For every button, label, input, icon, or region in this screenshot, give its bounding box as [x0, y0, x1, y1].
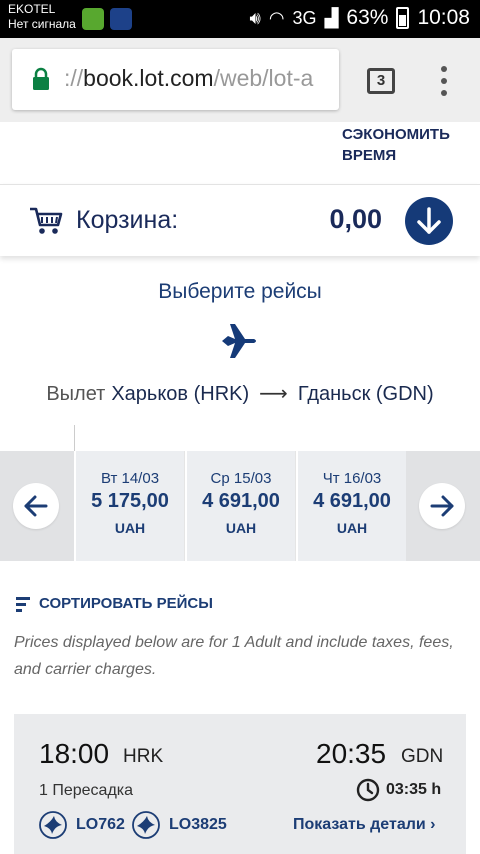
signal-text: Нет сигнала: [8, 17, 76, 31]
date-day: Ср 15/03: [210, 470, 272, 487]
cart-icon: [30, 207, 63, 234]
cart-expand-button[interactable]: [405, 197, 453, 245]
date-option-2[interactable]: Ср 15/03 4 691,00 UAH: [185, 451, 295, 561]
date-day: Чт 16/03: [322, 470, 382, 487]
lock-icon: [33, 67, 49, 90]
arrow-right-icon: [430, 495, 454, 517]
cart-bar: Корзина: 0,00: [0, 184, 480, 256]
browser-menu-button[interactable]: [438, 66, 450, 96]
duration-value: 03:35 h: [386, 781, 442, 798]
next-dates-button[interactable]: [406, 451, 480, 561]
flight-number: LO3825: [169, 816, 227, 833]
page-title: Выберите рейсы: [158, 280, 322, 303]
tab-switcher-button[interactable]: 3: [367, 68, 395, 94]
date-price: 4 691,00: [202, 490, 280, 512]
departure-code: HRK: [123, 746, 164, 767]
date-option-1[interactable]: Вт 14/03 5 175,00 UAH: [74, 451, 184, 561]
clock-time: 10:08: [417, 6, 470, 29]
wifi-icon: ◠: [268, 7, 285, 28]
next-button-circle: [419, 483, 465, 529]
battery-percent: 63%: [346, 6, 389, 29]
carousel-divider: [74, 425, 75, 451]
plane-icon: [222, 324, 256, 358]
sort-label: СОРТИРОВАТЬ РЕЙСЫ: [39, 595, 213, 612]
date-carousel: Вт 14/03 5 175,00 UAH Ср 15/03 4 691,00 …: [0, 451, 480, 561]
status-bar: EKOTEL Нет сигнала 🔊︎ ◠ 3G ▟ 63% 10:08: [0, 0, 480, 38]
date-currency: UAH: [225, 520, 257, 536]
route-label: Вылет: [46, 383, 106, 405]
arrival-code: GDN: [401, 746, 444, 767]
shield-app-icon: [82, 8, 104, 30]
flight-segment-1: LO762: [38, 810, 125, 840]
cart-label: Корзина:: [76, 206, 179, 234]
battery-icon: [396, 7, 410, 29]
system-indicators: 🔊︎ ◠ 3G ▟ 63% 10:08: [249, 6, 470, 30]
sort-flights-button[interactable]: СОРТИРОВАТЬ РЕЙСЫ: [16, 595, 213, 612]
carrier-info: EKOTEL Нет сигнала: [8, 2, 76, 32]
lot-app-icon: [110, 8, 132, 30]
arrow-down-icon: [417, 207, 441, 234]
date-day: Вт 14/03: [100, 470, 160, 487]
sort-icon: [16, 596, 30, 612]
date-currency: UAH: [114, 520, 146, 536]
signal-icon: ▟: [324, 7, 339, 28]
date-currency: UAH: [336, 520, 368, 536]
flight-duration: 03:35 h: [356, 778, 441, 802]
arrival-time: 20:35: [316, 738, 387, 769]
stops-info: 1 Пересадка: [39, 782, 134, 799]
prev-button-circle: [13, 483, 59, 529]
clock-icon: [356, 778, 380, 802]
date-price: 5 175,00: [91, 490, 169, 512]
route-arrow-icon: ⟶: [259, 383, 288, 405]
route-destination: Гданьск (GDN): [297, 383, 434, 405]
flight-number: LO762: [76, 816, 125, 833]
arrow-left-icon: [24, 495, 48, 517]
price-disclaimer: Prices displayed below are for 1 Adult a…: [14, 634, 454, 678]
lot-crane-logo-icon: [39, 811, 67, 839]
browser-toolbar: ://book.lot.com/web/lot-a 3: [0, 38, 480, 122]
date-price: 4 691,00: [313, 490, 391, 512]
lot-crane-logo-icon: [132, 811, 160, 839]
flight-segment-2: LO3825: [131, 810, 227, 840]
date-option-3[interactable]: Чт 16/03 4 691,00 UAH: [296, 451, 406, 561]
route: Вылет Харьков (HRK) ⟶ Гданьск (GDN): [0, 381, 480, 406]
volume-icon: 🔊︎: [249, 7, 261, 28]
save-time-link[interactable]: СЭКОНОМИТЬ ВРЕМЯ: [342, 124, 466, 166]
show-details-link[interactable]: Показать детали ›: [293, 816, 435, 834]
url-text: ://book.lot.com/web/lot-a: [64, 65, 314, 91]
cart-amount: 0,00: [329, 204, 382, 234]
flight-card[interactable]: 18:00 HRK 20:35 GDN 1 Пересадка 03:35 h …: [14, 714, 466, 854]
notification-icons: [82, 8, 132, 30]
route-origin: Харьков (HRK): [111, 383, 250, 405]
carrier-name: EKOTEL: [8, 2, 56, 16]
departure-time: 18:00: [39, 738, 110, 769]
network-type: 3G: [292, 7, 317, 28]
url-bar[interactable]: ://book.lot.com/web/lot-a: [12, 49, 339, 110]
prev-dates-button[interactable]: [0, 451, 74, 561]
